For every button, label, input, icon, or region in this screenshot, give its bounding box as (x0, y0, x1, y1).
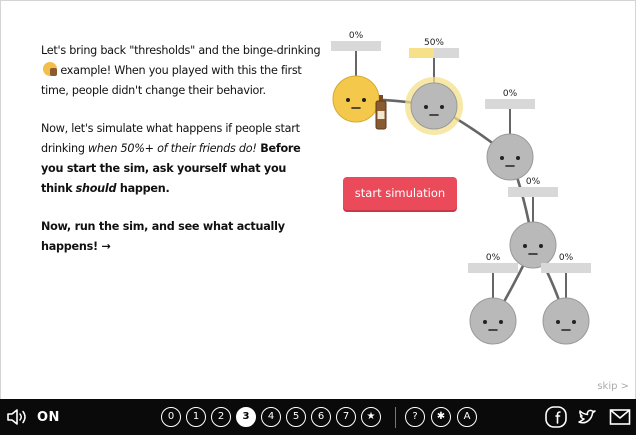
drinking-face (332, 75, 380, 123)
sober-face (509, 221, 557, 269)
credits-icon[interactable]: ✱ (431, 407, 451, 427)
email-icon[interactable] (608, 405, 632, 429)
eye (523, 244, 527, 248)
chapter-nav: 0 1 2 3 4 5 6 7 ★ (161, 407, 381, 427)
extras-nav: ? ✱ A (405, 407, 477, 427)
threshold-bar (468, 263, 518, 273)
chapter-6[interactable]: 6 (311, 407, 331, 427)
speaker-icon (7, 409, 26, 425)
eye (539, 244, 543, 248)
chapter-2[interactable]: 2 (211, 407, 231, 427)
threshold-bar-fill (409, 48, 434, 58)
eye (500, 156, 504, 160)
eye (572, 320, 576, 324)
person-node[interactable]: 0% (541, 253, 591, 345)
bottom-bar: ON 0 1 2 3 4 5 6 7 ★ ? ✱ A (0, 399, 636, 435)
sober-face (486, 133, 534, 181)
threshold-percent: 0% (486, 253, 501, 263)
sober-face (542, 297, 590, 345)
social-links (544, 405, 632, 429)
threshold-percent: 0% (526, 177, 541, 187)
threshold-percent: 50% (424, 38, 444, 48)
sound-label: ON (37, 409, 60, 425)
sober-face (469, 297, 517, 345)
bottle-label (377, 111, 385, 119)
eye (362, 98, 366, 102)
threshold-percent: 0% (559, 253, 574, 263)
person-node[interactable]: 0% (508, 177, 558, 269)
threshold-bar (508, 187, 558, 197)
chapter-bonus-star-icon[interactable]: ★ (361, 407, 381, 427)
network-edges (354, 97, 568, 323)
threshold-bar (485, 99, 535, 109)
chapter-0[interactable]: 0 (161, 407, 181, 427)
person-node[interactable]: 50% (405, 38, 463, 135)
eye (346, 98, 350, 102)
eye (499, 320, 503, 324)
threshold-percent: 0% (503, 89, 518, 99)
skip-link[interactable]: skip > (597, 381, 629, 392)
language-icon[interactable]: A (457, 407, 477, 427)
start-simulation-button[interactable]: start simulation (343, 177, 457, 210)
eye (483, 320, 487, 324)
person-node[interactable]: 0% (485, 89, 535, 181)
eye (424, 105, 428, 109)
eye (556, 320, 560, 324)
chapter-7[interactable]: 7 (336, 407, 356, 427)
chapter-5[interactable]: 5 (286, 407, 306, 427)
eye (440, 105, 444, 109)
eye (516, 156, 520, 160)
twitter-icon[interactable] (576, 405, 600, 429)
facebook-icon[interactable] (544, 405, 568, 429)
drinker-node[interactable]: 0% (331, 31, 387, 130)
page-frame: Let's bring back "thresholds" and the bi… (0, 0, 636, 435)
help-icon[interactable]: ? (405, 407, 425, 427)
sound-toggle[interactable]: ON (6, 399, 60, 435)
sober-face (410, 82, 458, 130)
chapter-1[interactable]: 1 (186, 407, 206, 427)
chapter-3[interactable]: 3 (236, 407, 256, 427)
threshold-bar (331, 41, 381, 51)
chapter-4[interactable]: 4 (261, 407, 281, 427)
threshold-percent: 0% (349, 31, 364, 41)
nav-divider (395, 407, 396, 428)
threshold-bar (541, 263, 591, 273)
simulation-network: 0% 50% 0% 0% 0% 0% (331, 31, 591, 345)
bottle-neck (379, 95, 383, 101)
person-node[interactable]: 0% (468, 253, 518, 345)
